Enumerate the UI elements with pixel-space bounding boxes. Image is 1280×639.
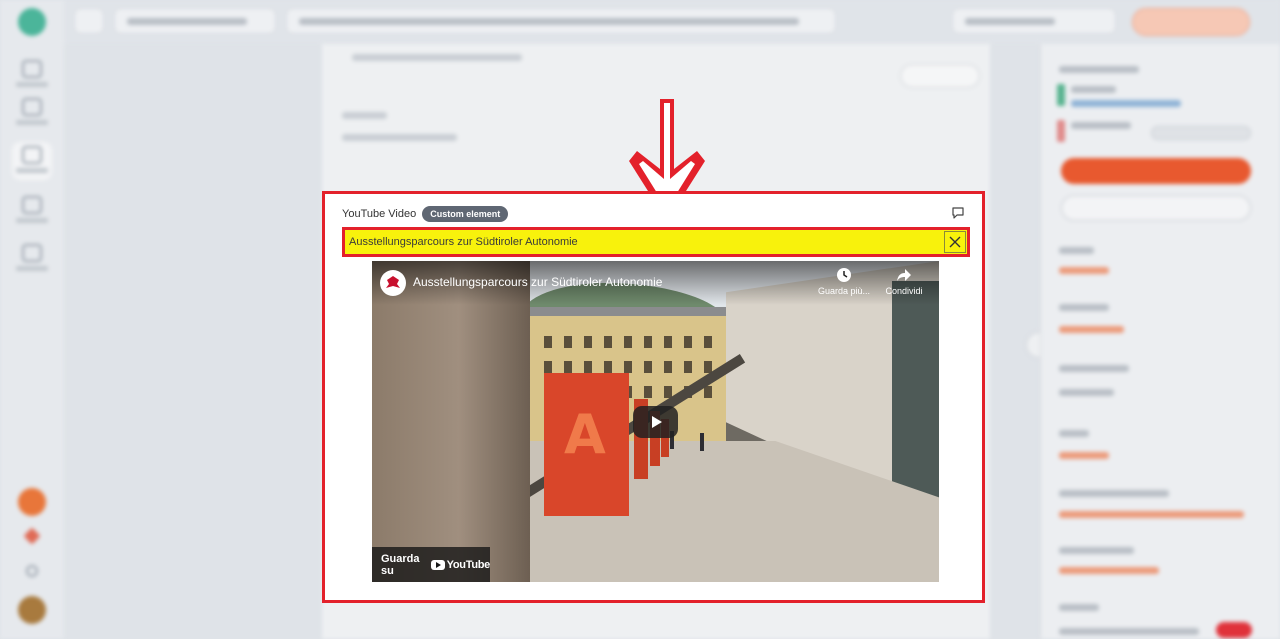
youtube-video-element[interactable]: YouTube Video Custom element Ausstellung…: [322, 191, 985, 603]
panel-primary-button[interactable]: [1061, 158, 1251, 184]
panel-line: [1059, 389, 1114, 396]
youtube-play-icon: [430, 559, 445, 570]
youtube-wordmark: YouTube: [446, 558, 491, 571]
panel-line: [1059, 547, 1134, 554]
panel-small-button[interactable]: [1151, 126, 1251, 140]
custom-element-badge: Custom element: [422, 206, 509, 222]
panel-secondary-button[interactable]: [1061, 195, 1251, 221]
panel-line: [1059, 365, 1129, 372]
close-icon[interactable]: [944, 231, 966, 253]
rocket-icon[interactable]: [23, 527, 41, 545]
play-icon: [651, 416, 662, 428]
panel-line: [1059, 511, 1244, 518]
watch-on-youtube-button[interactable]: Guarda su YouTube: [372, 547, 490, 582]
right-panel: [1040, 44, 1280, 639]
panel-line: [1059, 304, 1109, 311]
element-title: YouTube Video: [342, 208, 417, 220]
panel-line: [1059, 66, 1139, 73]
play-button[interactable]: [633, 406, 678, 438]
element-header: YouTube Video Custom element: [342, 204, 509, 224]
placeholder-line: [352, 54, 522, 61]
settings-icon[interactable]: [26, 565, 38, 577]
app-logo[interactable]: [18, 8, 46, 36]
video-title-input[interactable]: Ausstellungsparcours zur Südtiroler Auto…: [348, 232, 946, 252]
nav-item[interactable]: [12, 56, 52, 94]
watch-later-label: Guarda più...: [817, 286, 871, 296]
video-frame: [372, 261, 530, 582]
watch-later-button[interactable]: Guarda più...: [816, 267, 872, 296]
nav-item-active[interactable]: [12, 142, 52, 180]
video-frame: [700, 433, 704, 451]
video-frame: A: [544, 373, 629, 516]
actions-button[interactable]: [900, 64, 980, 88]
panel-line: [1059, 567, 1159, 574]
video-frame: [892, 281, 939, 501]
panel-badge[interactable]: [1216, 622, 1252, 638]
placeholder-line: [342, 112, 387, 119]
left-navigation: [0, 0, 64, 639]
placeholder-line: [342, 134, 457, 141]
panel-line: [1059, 452, 1109, 459]
watch-on-label: Guarda su: [381, 552, 420, 577]
panel-line: [1071, 122, 1131, 129]
youtube-video-title[interactable]: Ausstellungsparcours zur Südtiroler Auto…: [413, 275, 662, 289]
channel-avatar[interactable]: [380, 270, 406, 296]
panel-line: [1071, 100, 1181, 107]
nav-item[interactable]: [12, 192, 52, 230]
project-selector[interactable]: [114, 8, 276, 34]
comment-icon[interactable]: [951, 206, 965, 220]
primary-action-button[interactable]: [1132, 8, 1250, 36]
youtube-logo: YouTube: [430, 558, 491, 571]
search-input[interactable]: [952, 8, 1116, 34]
breadcrumb[interactable]: [286, 8, 836, 34]
panel-line: [1059, 628, 1199, 635]
help-button[interactable]: [18, 488, 46, 516]
nav-item[interactable]: [12, 94, 52, 132]
panel-line: [1059, 267, 1109, 274]
top-bar: [64, 0, 1280, 44]
panel-line: [1071, 86, 1116, 93]
youtube-player[interactable]: A Ausstellungsparcours zur Südtiroler Au…: [372, 261, 939, 582]
panel-line: [1059, 430, 1089, 437]
panel-line: [1059, 490, 1169, 497]
share-label: Condividi: [885, 286, 923, 296]
status-chip: [1057, 120, 1065, 142]
clock-icon: [837, 268, 851, 282]
video-title-field[interactable]: Ausstellungsparcours zur Südtiroler Auto…: [342, 227, 970, 257]
avatar[interactable]: [18, 596, 46, 624]
nav-item[interactable]: [12, 240, 52, 278]
back-button[interactable]: [74, 8, 104, 34]
share-button[interactable]: Condividi: [876, 267, 932, 296]
panel-line: [1059, 326, 1124, 333]
panel-line: [1059, 604, 1099, 611]
panel-line: [1059, 247, 1094, 254]
status-chip: [1057, 84, 1065, 106]
share-icon: [897, 269, 911, 281]
